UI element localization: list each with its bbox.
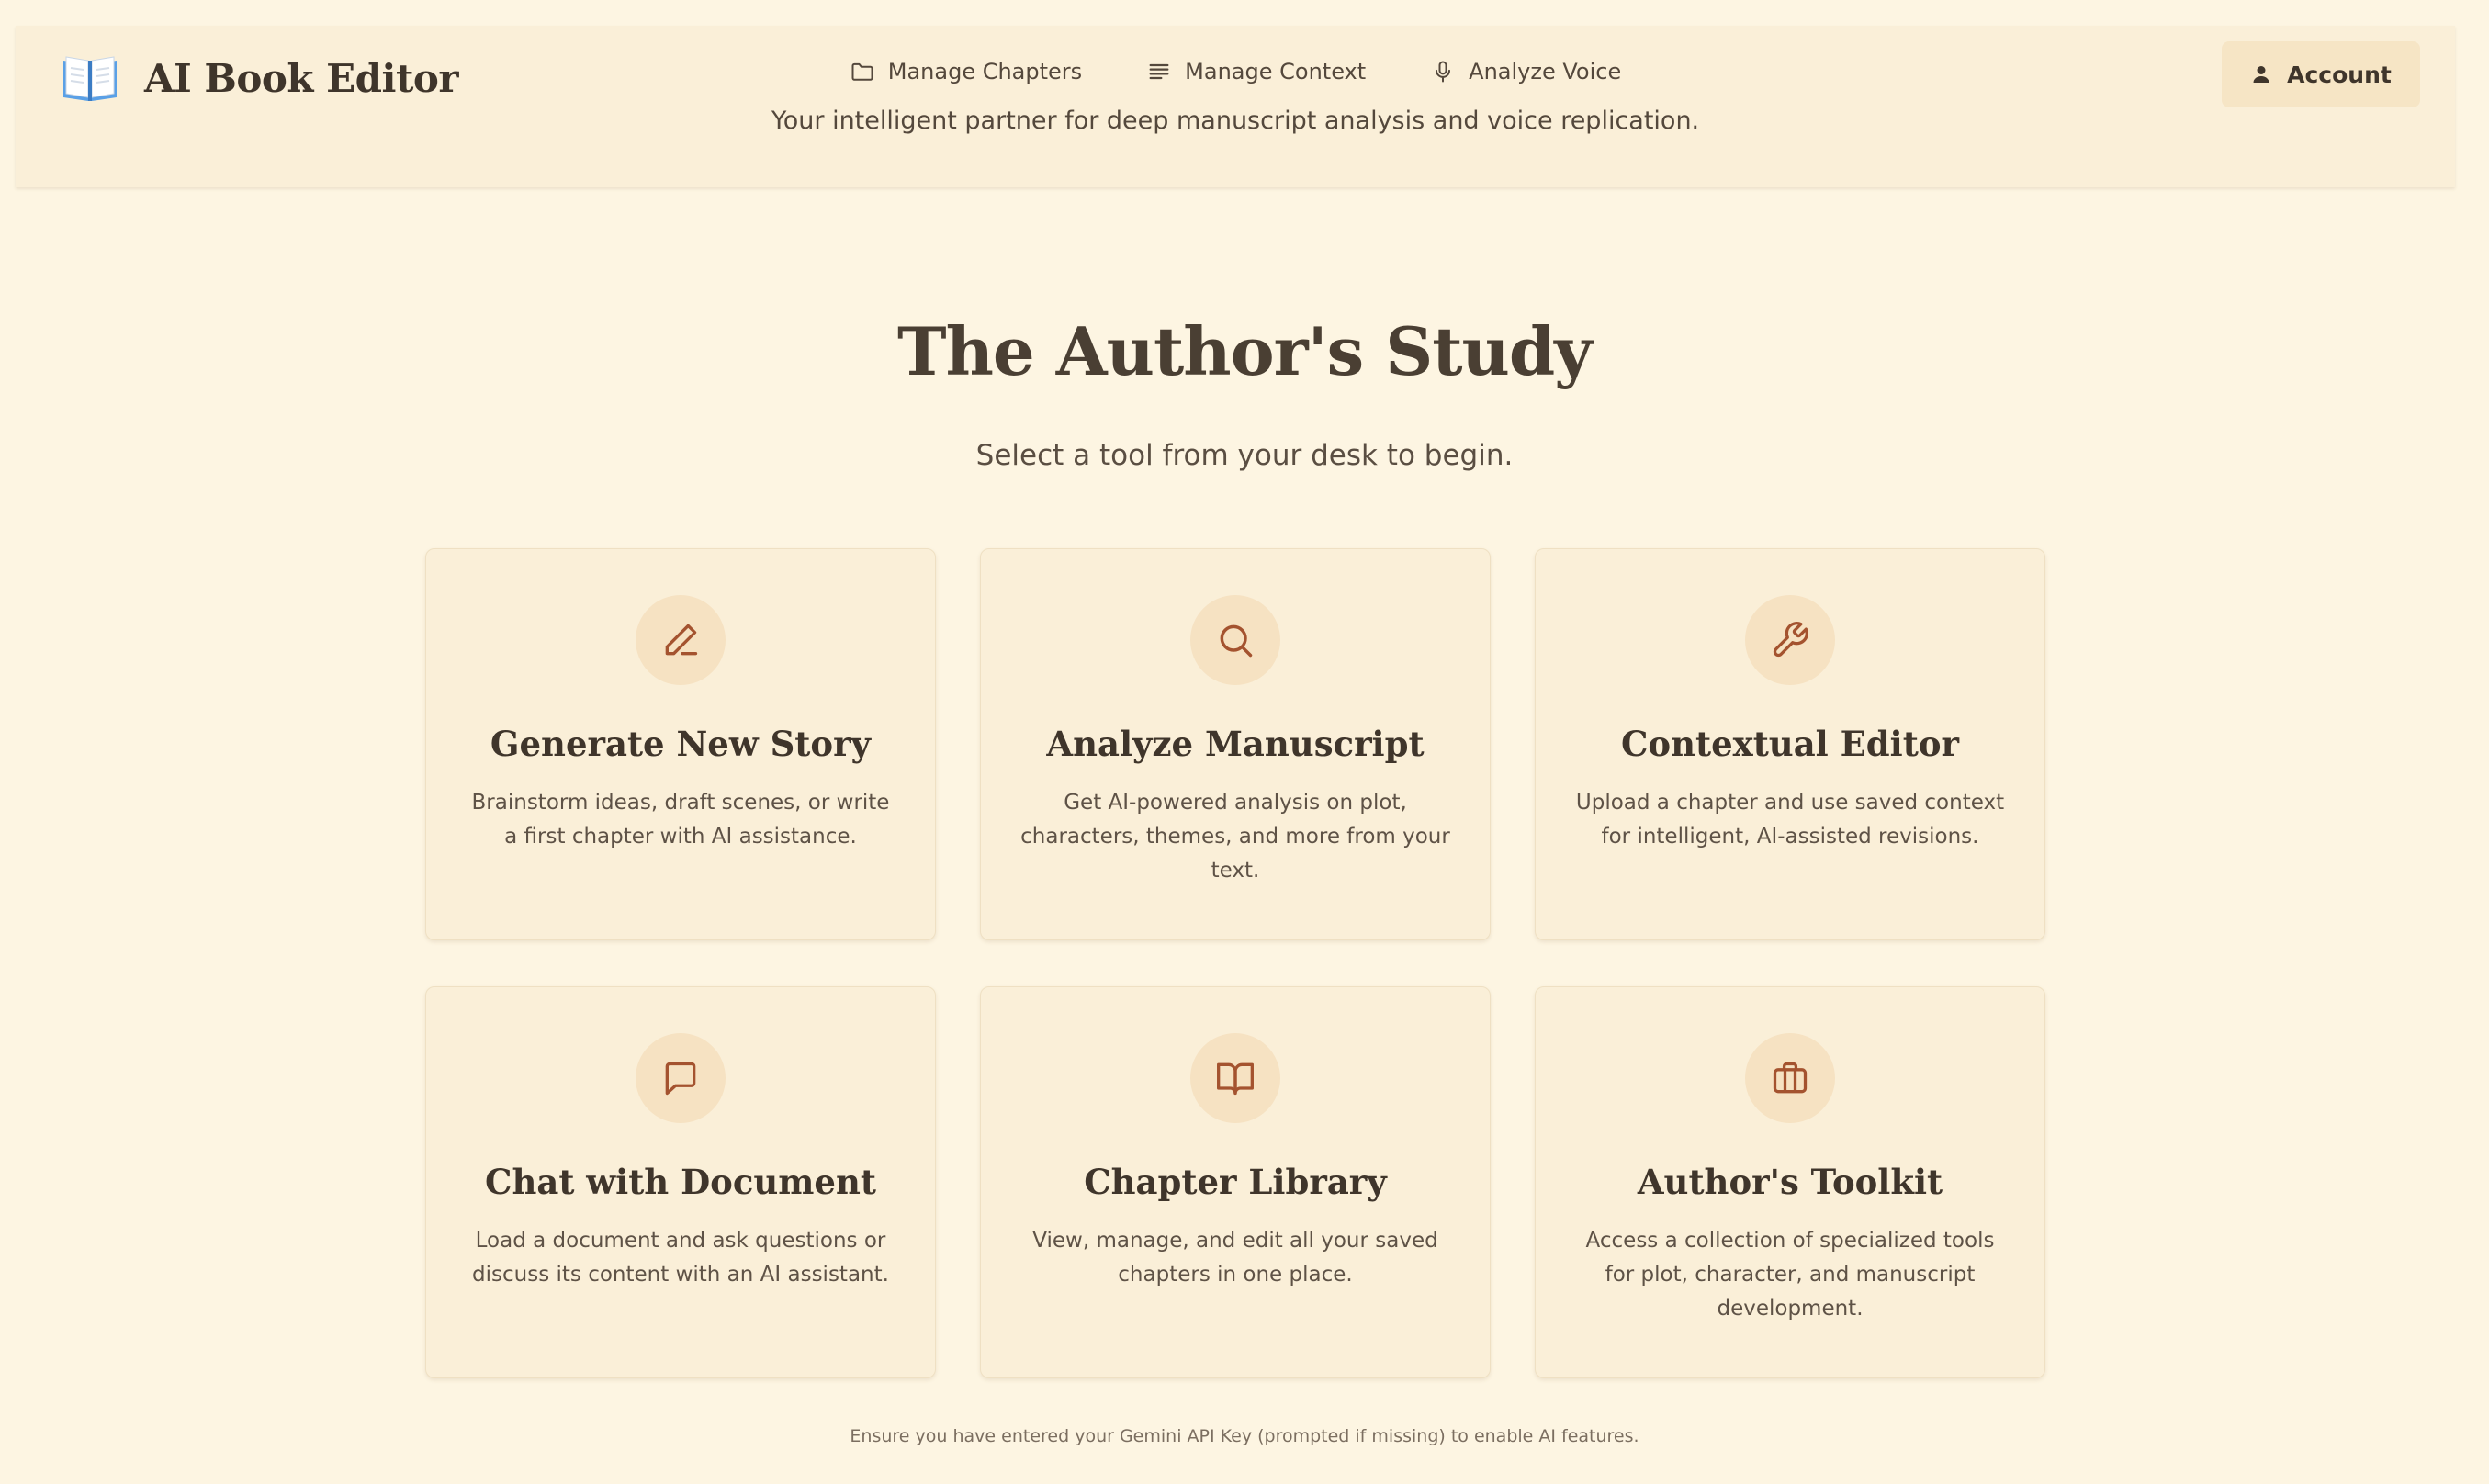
folder-icon (851, 62, 873, 81)
user-icon (2253, 66, 2269, 83)
card-title: Contextual Editor (1620, 724, 1959, 764)
nav-label: Manage Chapters (887, 59, 1083, 84)
card-chapter-library[interactable]: Chapter Library View, manage, and edit a… (980, 986, 1491, 1378)
account-label: Account (2287, 61, 2392, 88)
card-analyze-manuscript[interactable]: Analyze Manuscript Get AI-powered analys… (980, 548, 1491, 940)
card-title: Author's Toolkit (1637, 1162, 1943, 1202)
card-authors-toolkit[interactable]: Author's Toolkit Access a collection of … (1535, 986, 2045, 1378)
card-description: Load a document and ask questions or dis… (472, 1229, 889, 1287)
icon-badge (636, 1033, 726, 1123)
pen-icon (665, 624, 698, 656)
open-book-icon (1217, 1062, 1254, 1096)
nav-label: Analyze Voice (1469, 59, 1622, 84)
card-description: Get AI-powered analysis on plot, charact… (1020, 791, 1450, 883)
card-contextual-editor[interactable]: Contextual Editor Upload a chapter and u… (1535, 548, 2045, 940)
icon-badge (1190, 595, 1280, 685)
card-title: Chapter Library (1084, 1162, 1387, 1202)
microphone-icon (1436, 61, 1451, 83)
main-nav: Manage Chapters Manage Context Analyze V… (16, 59, 2455, 84)
card-description: Upload a chapter and use saved context f… (1575, 791, 2005, 849)
card-generate-new-story[interactable]: Generate New Story Brainstorm ideas, dra… (425, 548, 936, 940)
search-icon (1220, 624, 1253, 658)
tagline: Your intelligent partner for deep manusc… (771, 107, 1700, 135)
nav-manage-chapters[interactable]: Manage Chapters (850, 59, 1082, 84)
card-title: Chat with Document (485, 1162, 876, 1202)
page-title: The Author's Study (897, 312, 1593, 390)
briefcase-icon (1773, 1062, 1808, 1094)
chat-icon (665, 1062, 696, 1096)
wrench-icon (1773, 622, 1808, 658)
app-header: AI Book Editor Manage Chapters Manage Co… (16, 26, 2455, 187)
account-button[interactable]: Account (2222, 41, 2420, 107)
card-chat-with-document[interactable]: Chat with Document Load a document and a… (425, 986, 936, 1378)
card-description: View, manage, and edit all your saved ch… (1032, 1229, 1438, 1287)
icon-badge (1190, 1033, 1280, 1123)
icon-badge (636, 595, 726, 685)
nav-analyze-voice[interactable]: Analyze Voice (1430, 59, 1621, 84)
card-title: Generate New Story (490, 724, 872, 764)
nav-label: Manage Context (1185, 59, 1367, 84)
card-title: Analyze Manuscript (1046, 724, 1425, 764)
card-description: Access a collection of specialized tools… (1585, 1229, 1995, 1321)
icon-badge (1745, 595, 1835, 685)
page-subtitle: Select a tool from your desk to begin. (975, 439, 1514, 472)
footer-note: Ensure you have entered your Gemini API … (850, 1426, 1639, 1446)
icon-badge (1745, 1033, 1835, 1123)
card-description: Brainstorm ideas, draft scenes, or write… (471, 791, 890, 849)
lines-icon (1149, 63, 1169, 80)
tool-grid: Generate New Story Brainstorm ideas, dra… (425, 548, 2045, 1378)
nav-manage-context[interactable]: Manage Context (1146, 59, 1366, 84)
